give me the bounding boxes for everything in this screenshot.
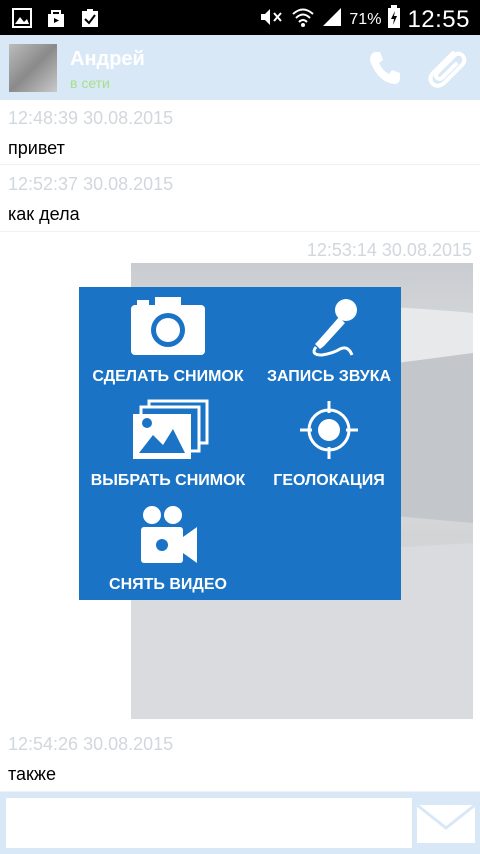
- gallery-notification-icon: [12, 8, 32, 33]
- status-bar: 71% 12:55: [0, 0, 480, 35]
- avatar[interactable]: [9, 44, 57, 92]
- message-timestamp: 12:53:14 30.08.2015: [306, 240, 472, 260]
- message-item[interactable]: 12:48:39 30.08.2015 привет: [0, 100, 480, 165]
- record-video-label: СНЯТЬ ВИДЕО: [109, 576, 227, 593]
- battery-percent: 71%: [349, 10, 382, 28]
- choose-photo-option[interactable]: ВЫБРАТЬ СНИМОК: [79, 399, 257, 490]
- battery-charging-icon: [387, 5, 401, 34]
- signal-icon: [321, 6, 343, 33]
- record-audio-option[interactable]: ЗАПИСЬ ЗВУКА: [257, 295, 401, 386]
- phone-icon[interactable]: [366, 49, 404, 92]
- geolocation-option[interactable]: ГЕОЛОКАЦИЯ: [257, 399, 401, 490]
- crosshair-icon: [257, 399, 401, 466]
- take-photo-label: СДЕЛАТЬ СНИМОК: [92, 368, 244, 385]
- chat-header: Андрей в сети: [0, 35, 480, 100]
- message-timestamp: 12:54:26 30.08.2015: [8, 734, 174, 754]
- contact-name[interactable]: Андрей: [70, 48, 145, 71]
- message-item[interactable]: 12:54:26 30.08.2015 также: [0, 727, 480, 792]
- microphone-icon: [257, 295, 401, 362]
- clipboard-check-notification-icon: [80, 8, 100, 33]
- envelope-icon: [416, 803, 476, 843]
- message-text: также: [8, 764, 56, 784]
- attach-menu: СДЕЛАТЬ СНИМОК ЗАПИСЬ ЗВУКА ВЫБРАТЬ СНИМ…: [79, 287, 401, 600]
- message-text: как дела: [8, 204, 80, 224]
- choose-photo-label: ВЫБРАТЬ СНИМОК: [90, 472, 246, 489]
- paperclip-icon[interactable]: [423, 47, 469, 96]
- gallery-icon: [79, 399, 257, 466]
- mute-icon: [259, 6, 285, 33]
- camera-icon: [79, 295, 257, 362]
- geolocation-label: ГЕОЛОКАЦИЯ: [273, 472, 385, 489]
- video-camera-icon: [79, 503, 257, 570]
- record-video-option[interactable]: СНЯТЬ ВИДЕО: [79, 503, 257, 594]
- shopping-bag-notification-icon: [46, 8, 66, 33]
- send-button[interactable]: [416, 800, 476, 845]
- message-item[interactable]: 12:52:37 30.08.2015 как дела: [0, 165, 480, 232]
- wifi-icon: [291, 6, 315, 33]
- take-photo-option[interactable]: СДЕЛАТЬ СНИМОК: [79, 295, 257, 386]
- message-timestamp: 12:52:37 30.08.2015: [8, 174, 174, 194]
- message-input[interactable]: [6, 798, 412, 848]
- message-timestamp: 12:48:39 30.08.2015: [8, 108, 174, 128]
- record-audio-label: ЗАПИСЬ ЗВУКА: [266, 368, 392, 385]
- message-text: привет: [8, 138, 65, 158]
- clock: 12:55: [407, 5, 470, 33]
- composer-bar: [0, 792, 480, 854]
- contact-status: в сети: [70, 75, 110, 91]
